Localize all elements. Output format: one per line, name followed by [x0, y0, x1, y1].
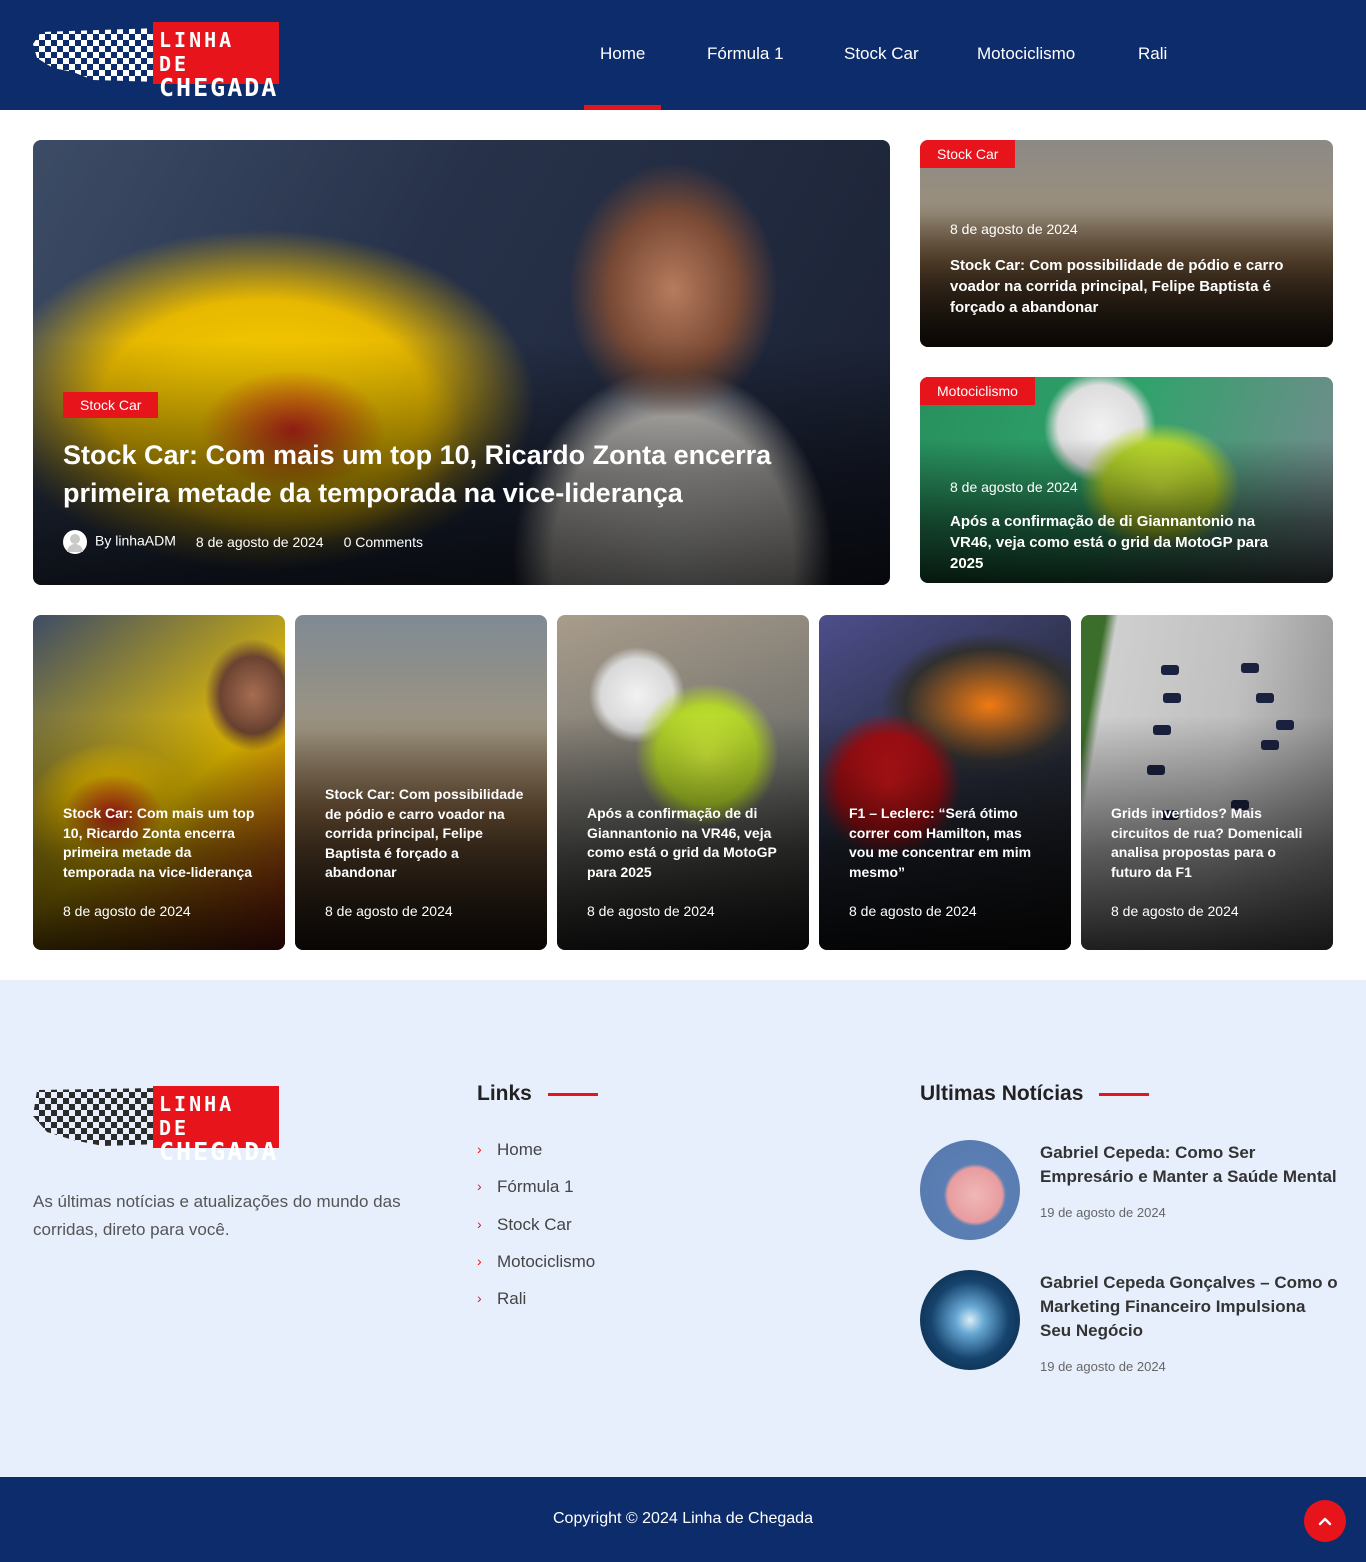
footer-link-home[interactable]: › Home — [477, 1140, 595, 1177]
grid-post-4[interactable]: F1 – Leclerc: “Será ótimo correr com Ham… — [819, 615, 1071, 950]
nav-item-home[interactable]: Home — [600, 44, 645, 64]
footer-description: As últimas notícias e atualizações do mu… — [33, 1192, 401, 1239]
hero-author-name: By linhaADM — [95, 532, 176, 549]
side-post-1-date: 8 de agosto de 2024 — [950, 221, 1078, 237]
site-logo[interactable]: LINHA DE CHEGADA — [33, 22, 279, 100]
grid-post-1-title[interactable]: Stock Car: Com mais um top 10, Ricardo Z… — [63, 804, 263, 882]
hero-category-badge[interactable]: Stock Car — [63, 392, 159, 418]
grid-post-4-title[interactable]: F1 – Leclerc: “Será ótimo correr com Ham… — [849, 804, 1049, 882]
grid-post-5[interactable]: Grids invertidos? Mais circuitos de rua?… — [1081, 615, 1333, 950]
grid-post-1-date: 8 de agosto de 2024 — [63, 903, 191, 919]
chevron-up-icon — [1318, 1517, 1332, 1526]
footer-link-label: Motociclismo — [497, 1251, 596, 1271]
site-footer: LINHA DE CHEGADA As últimas notícias e a… — [0, 980, 1366, 1477]
grid-post-5-title[interactable]: Grids invertidos? Mais circuitos de rua?… — [1111, 804, 1311, 882]
footer-link-label: Rali — [497, 1289, 527, 1309]
grid-post-5-date: 8 de agosto de 2024 — [1111, 903, 1239, 919]
grid-post-2-title[interactable]: Stock Car: Com possibilidade de pódio e … — [325, 785, 525, 883]
hero-author[interactable]: By linhaADM — [63, 530, 176, 554]
chevron-right-icon: › — [477, 1290, 482, 1307]
heading-accent-bar — [1099, 1092, 1150, 1096]
checkered-flag-icon — [33, 1088, 159, 1146]
grid-post-4-date: 8 de agosto de 2024 — [849, 903, 977, 919]
chevron-right-icon: › — [477, 1178, 482, 1195]
logo-line-1: LINHA DE — [159, 28, 235, 76]
footer-logo-text-box: LINHA DE CHEGADA — [153, 1086, 279, 1164]
footer-link-label: Stock Car — [497, 1214, 572, 1234]
footer-link-stock-car[interactable]: › Stock Car — [477, 1215, 595, 1252]
footer-link-rali[interactable]: › Rali — [477, 1289, 595, 1326]
grid-post-3[interactable]: Após a confirmação de di Giannantonio na… — [557, 615, 809, 950]
footer-links-heading: Links — [477, 1082, 598, 1106]
grid-post-3-overlay — [557, 615, 809, 950]
chevron-right-icon: › — [477, 1252, 482, 1269]
hero-overlay — [33, 140, 890, 585]
hero-title[interactable]: Stock Car: Com mais um top 10, Ricardo Z… — [63, 436, 863, 512]
footer-links-heading-text: Links — [477, 1082, 532, 1105]
hero-date: 8 de agosto de 2024 — [195, 534, 324, 550]
side-post-2-title[interactable]: Após a confirmação de di Giannantonio na… — [950, 511, 1300, 574]
grid-post-2-overlay — [295, 615, 547, 950]
nav-item-rali[interactable]: Rali — [1138, 44, 1167, 64]
grid-post-5-overlay — [1081, 615, 1333, 950]
side-post-1[interactable]: Stock Car 8 de agosto de 2024 Stock Car:… — [920, 140, 1333, 347]
hero-post[interactable]: Stock Car Stock Car: Com mais um top 10,… — [33, 140, 890, 585]
grid-post-2[interactable]: Stock Car: Com possibilidade de pódio e … — [295, 615, 547, 950]
logo-line-2: CHEGADA — [159, 73, 279, 102]
footer-news-thumb-1[interactable] — [920, 1140, 1020, 1240]
footer-logo-line-2: CHEGADA — [159, 1137, 279, 1166]
footer-link-formula-1[interactable]: › Fórmula 1 — [477, 1177, 595, 1214]
user-avatar-icon — [63, 530, 87, 554]
scroll-to-top-button[interactable] — [1304, 1500, 1346, 1542]
footer-news-heading: Ultimas Notícias — [920, 1082, 1150, 1106]
side-post-2-date: 8 de agosto de 2024 — [950, 479, 1078, 495]
nav-item-formula-1[interactable]: Fórmula 1 — [707, 44, 784, 64]
footer-logo-line-1: LINHA DE — [159, 1092, 235, 1140]
nav-active-indicator — [584, 105, 661, 110]
side-post-1-category[interactable]: Stock Car — [920, 140, 1016, 168]
grid-post-3-title[interactable]: Após a confirmação de di Giannantonio na… — [587, 804, 787, 882]
site-header: LINHA DE CHEGADA Home Fórmula 1 Stock Ca… — [0, 0, 1366, 110]
grid-post-4-overlay — [819, 615, 1071, 950]
footer-link-label: Fórmula 1 — [497, 1177, 574, 1197]
footer-link-motociclismo[interactable]: › Motociclismo — [477, 1252, 595, 1289]
side-post-2-category[interactable]: Motociclismo — [920, 377, 1035, 405]
hero-meta: By linhaADM 8 de agosto de 2024 0 Commen… — [63, 530, 423, 554]
footer-links-list: › Home › Fórmula 1 › Stock Car › Motociclism… — [477, 1140, 595, 1326]
footer-news-heading-text: Ultimas Notícias — [920, 1082, 1084, 1105]
footer-news-title-2[interactable]: Gabriel Cepeda Gonçalves – Como o Market… — [1040, 1271, 1340, 1343]
side-post-1-title[interactable]: Stock Car: Com possibilidade de pódio e … — [950, 255, 1290, 318]
footer-news-thumb-2[interactable] — [920, 1270, 1020, 1370]
grid-post-1-overlay — [33, 615, 285, 950]
nav-item-stock-car[interactable]: Stock Car — [844, 44, 919, 64]
copyright-bar: Copyright © 2024 Linha de Chegada — [0, 1477, 1366, 1562]
grid-post-1[interactable]: Stock Car: Com mais um top 10, Ricardo Z… — [33, 615, 285, 950]
footer-news-date-2: 19 de agosto de 2024 — [1040, 1359, 1166, 1374]
footer-logo[interactable]: LINHA DE CHEGADA — [33, 1086, 279, 1164]
checkered-flag-icon — [33, 28, 159, 82]
logo-text-box: LINHA DE CHEGADA — [153, 22, 279, 100]
copyright-text: Copyright © 2024 Linha de Chegada — [553, 1510, 813, 1527]
footer-link-label: Home — [497, 1140, 543, 1159]
nav-item-motociclismo[interactable]: Motociclismo — [977, 44, 1075, 64]
grid-post-3-date: 8 de agosto de 2024 — [587, 903, 715, 919]
footer-news-title-1[interactable]: Gabriel Cepeda: Como Ser Empresário e Ma… — [1040, 1141, 1340, 1189]
chevron-right-icon: › — [477, 1141, 482, 1157]
grid-post-2-date: 8 de agosto de 2024 — [325, 903, 453, 919]
side-post-2[interactable]: Motociclismo 8 de agosto de 2024 Após a … — [920, 377, 1333, 583]
hero-comments[interactable]: 0 Comments — [344, 534, 423, 550]
heading-accent-bar — [547, 1092, 598, 1096]
footer-news-date-1: 19 de agosto de 2024 — [1040, 1205, 1166, 1220]
chevron-right-icon: › — [477, 1215, 482, 1232]
